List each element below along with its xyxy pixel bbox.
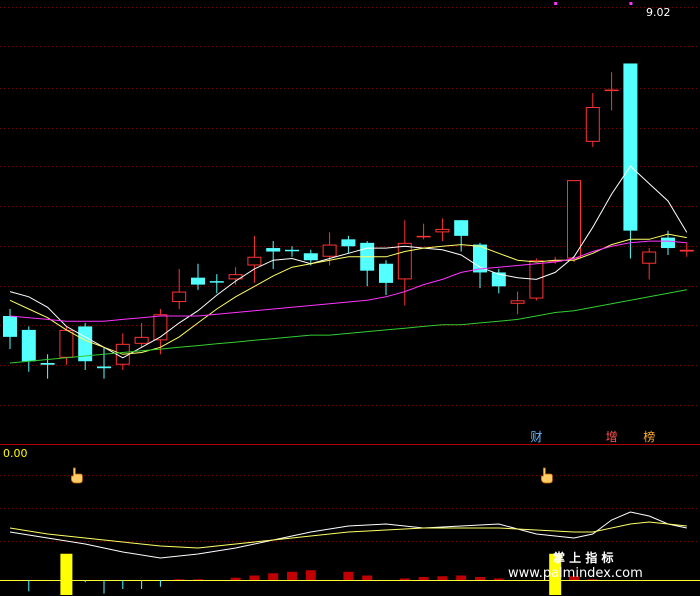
indicator-bar xyxy=(493,578,504,580)
indicator-bar xyxy=(362,575,373,580)
top-marker xyxy=(629,2,633,5)
candle-body xyxy=(679,249,694,252)
candle-body xyxy=(303,253,318,261)
candle-body xyxy=(435,228,450,233)
stock-chart: 9.02 财 增 榜 0.00 掌 上 指 标 www.palmindex.com xyxy=(0,2,700,595)
hand-shape xyxy=(541,467,553,484)
candle-body xyxy=(247,256,262,266)
indicator-bar xyxy=(268,573,279,580)
indicator-bar xyxy=(230,577,241,580)
indicator-bar xyxy=(60,553,73,595)
indicator-bar xyxy=(249,575,260,580)
high-price-label: 9.02 xyxy=(646,6,671,19)
candle-body xyxy=(153,314,168,341)
candle-body xyxy=(661,237,675,249)
candle-body xyxy=(454,220,469,236)
top-marker xyxy=(554,2,558,5)
watermark-title: 掌 上 指 标 xyxy=(553,550,614,565)
candle-body xyxy=(322,244,337,257)
hand-shape xyxy=(71,467,83,484)
indicator-bar xyxy=(399,578,410,580)
candle-body xyxy=(285,249,299,252)
candle-body xyxy=(3,315,17,337)
candle-body xyxy=(40,362,55,365)
candle-body xyxy=(266,248,281,252)
candle-body xyxy=(172,291,187,303)
indicator-bar xyxy=(343,571,354,580)
candle-body xyxy=(97,366,111,369)
candle-body xyxy=(59,329,74,358)
candlestick-series xyxy=(3,63,694,379)
indicator-bar xyxy=(287,571,297,580)
indicator-bar xyxy=(475,577,485,580)
indicator-bar xyxy=(418,577,429,580)
indicator-bar xyxy=(174,579,185,580)
moving-average-lines xyxy=(9,165,688,364)
signal-label: 榜 xyxy=(643,429,655,444)
candle-body xyxy=(416,235,431,238)
indicator-bar xyxy=(437,576,448,580)
watermark-url: www.palmindex.com xyxy=(508,566,643,581)
candle-body xyxy=(623,63,638,231)
hand-pointer-icon xyxy=(71,467,83,484)
candle-body xyxy=(134,336,149,344)
candle-body xyxy=(397,242,412,280)
signal-label: 增 xyxy=(606,430,618,444)
candle-body xyxy=(567,180,581,259)
candle-body xyxy=(585,107,600,142)
candle-body xyxy=(341,239,356,247)
candle-body xyxy=(379,263,393,283)
candle-body xyxy=(604,89,619,92)
candle-body xyxy=(209,281,224,283)
indicator-value-label: 0.00 xyxy=(3,447,28,460)
hand-pointer-icon xyxy=(541,467,553,484)
candle-body xyxy=(510,300,525,304)
moving-average-line xyxy=(9,165,688,359)
candle-body xyxy=(191,277,205,285)
candle-body xyxy=(642,251,657,264)
grid-lines xyxy=(0,7,700,542)
candle-body xyxy=(21,329,36,362)
indicator-bar xyxy=(193,579,203,580)
indicator-bar xyxy=(305,570,316,580)
signal-label: 财 xyxy=(530,430,542,444)
indicator-bar xyxy=(456,575,467,580)
